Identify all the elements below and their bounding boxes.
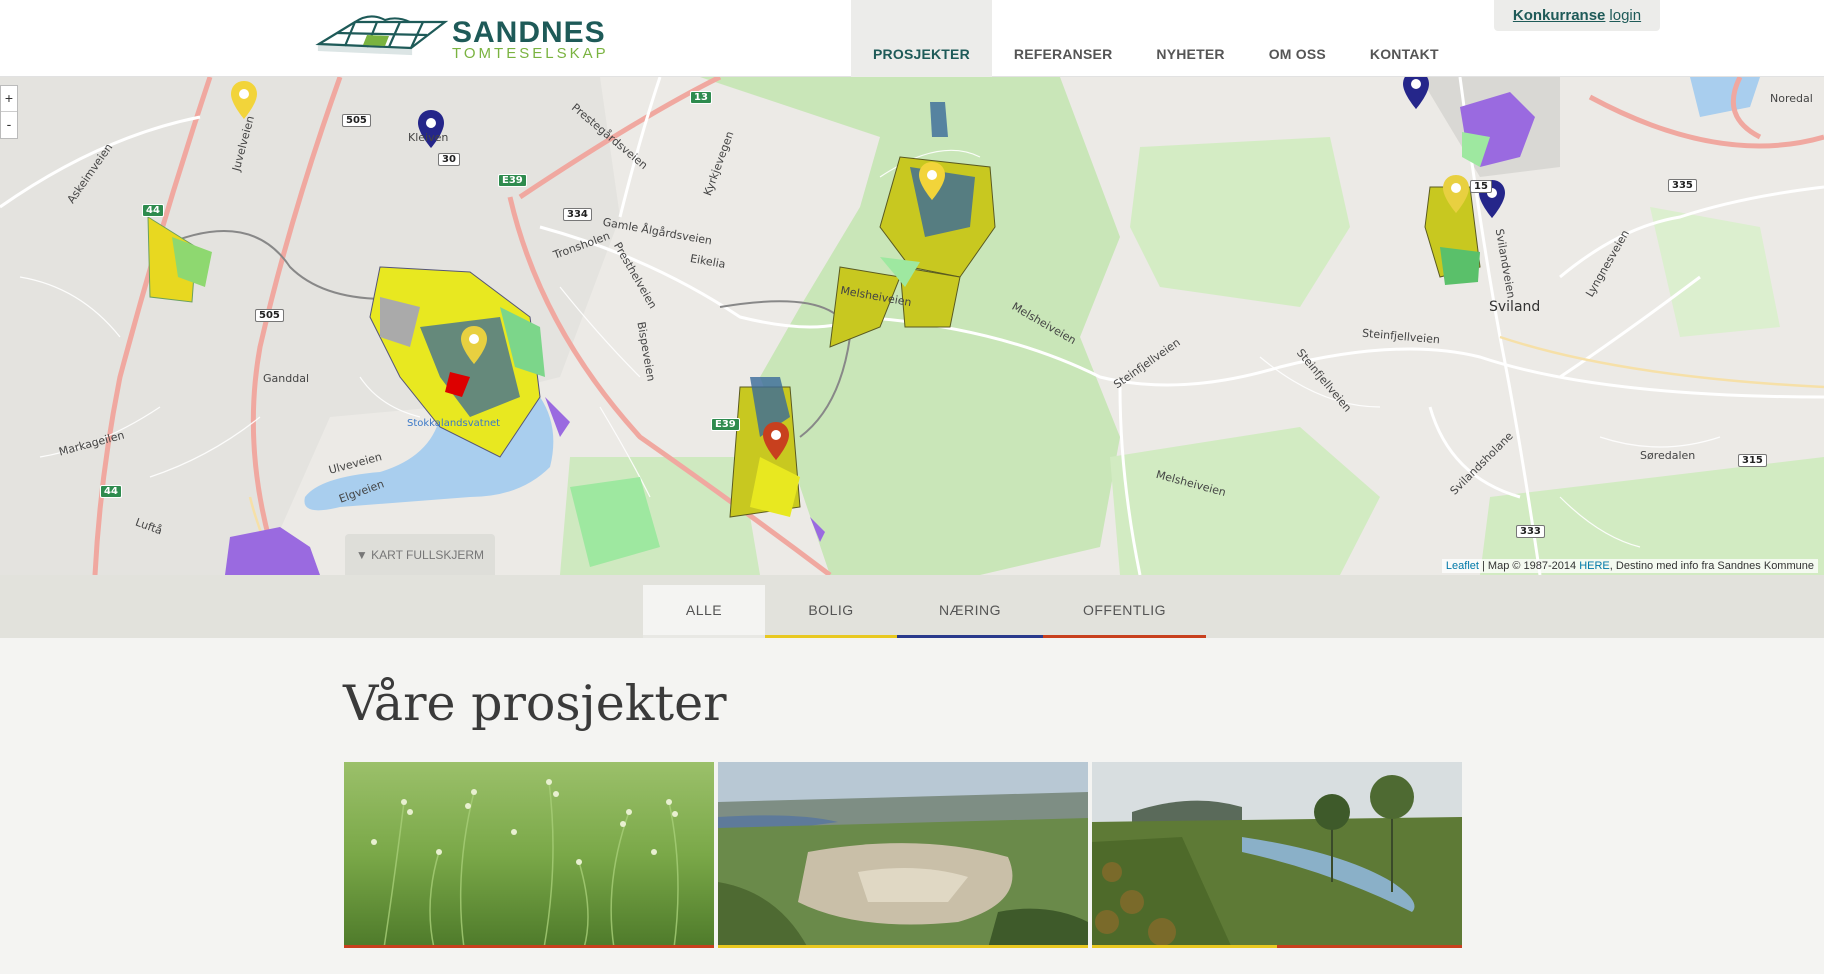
map-attribution: Leaflet | Map © 1987-2014 HERE, Destino … bbox=[1441, 559, 1818, 573]
nav-item-om-oss[interactable]: OM OSS bbox=[1247, 0, 1348, 77]
tab-offentlig[interactable]: OFFENTLIG bbox=[1043, 585, 1206, 638]
marker-offentlig-icon[interactable] bbox=[762, 422, 790, 460]
map-label: Kleiven bbox=[408, 131, 449, 144]
marker-bolig-icon[interactable] bbox=[1442, 175, 1470, 213]
road-shield: 335 bbox=[1668, 179, 1697, 192]
project-image-meadow bbox=[344, 762, 714, 948]
nav-item-kontakt[interactable]: KONTAKT bbox=[1348, 0, 1461, 77]
map-tiles bbox=[0, 77, 1824, 575]
marker-bolig-icon[interactable] bbox=[460, 326, 488, 364]
marker-naering-icon[interactable] bbox=[1402, 77, 1430, 109]
project-filter-bar: ALLE BOLIG NÆRING OFFENTLIG bbox=[0, 575, 1824, 638]
project-card[interactable] bbox=[344, 762, 714, 948]
map-label: Noredal bbox=[1770, 92, 1813, 105]
filter-tabs: ALLE BOLIG NÆRING OFFENTLIG bbox=[643, 585, 1206, 638]
login-link-text: login bbox=[1609, 7, 1642, 24]
road-shield: 44 bbox=[142, 204, 164, 217]
tab-naering[interactable]: NÆRING bbox=[897, 585, 1043, 638]
map-label: Sviland bbox=[1489, 299, 1541, 315]
road-shield: 334 bbox=[563, 208, 592, 221]
road-shield: 333 bbox=[1516, 525, 1545, 538]
map-label: Søredalen bbox=[1640, 449, 1696, 462]
road-shield: 44 bbox=[100, 485, 122, 498]
login-link[interactable]: Konkurranse login bbox=[1494, 0, 1660, 31]
main-nav: PROSJEKTER REFERANSER NYHETER OM OSS KON… bbox=[851, 0, 1461, 77]
project-card[interactable] bbox=[1092, 762, 1462, 948]
fullscreen-toggle-button[interactable]: ▼ KART FULLSKJERM bbox=[345, 534, 495, 575]
brand-subtitle: TOMTESELSKAP bbox=[452, 45, 609, 62]
attribution-text: | Map © 1987-2014 bbox=[1478, 560, 1580, 572]
here-link[interactable]: HERE bbox=[1579, 560, 1610, 572]
nav-item-nyheter[interactable]: NYHETER bbox=[1134, 0, 1246, 77]
tab-alle[interactable]: ALLE bbox=[643, 585, 765, 638]
map-label: Ganddal bbox=[263, 372, 309, 385]
road-shield: 15 bbox=[1470, 180, 1492, 193]
card-category-bar bbox=[1092, 945, 1462, 948]
project-cards bbox=[344, 762, 1462, 948]
project-map[interactable]: + - 13 505 505 44 44 E39 E39 334 335 315… bbox=[0, 77, 1824, 575]
project-card[interactable] bbox=[718, 762, 1088, 948]
road-shield: E39 bbox=[711, 418, 740, 431]
card-category-bar bbox=[344, 945, 714, 948]
zoom-out-button[interactable]: - bbox=[1, 112, 17, 138]
marker-bolig-icon[interactable] bbox=[918, 162, 946, 200]
map-label: Stokkalandsvatnet bbox=[407, 418, 501, 429]
nav-item-prosjekter[interactable]: PROSJEKTER bbox=[851, 0, 992, 77]
site-header: SANDNES TOMTESELSKAP PROSJEKTER REFERANS… bbox=[0, 0, 1824, 77]
card-category-bar bbox=[718, 945, 1088, 948]
zoom-control: + - bbox=[0, 85, 18, 139]
project-image-aerial bbox=[718, 762, 1088, 948]
project-image-park bbox=[1092, 762, 1462, 948]
road-shield: 30 bbox=[438, 153, 460, 166]
attribution-text-rest: , Destino med info fra Sandnes Kommune bbox=[1609, 560, 1814, 572]
login-link-bold: Konkurranse bbox=[1512, 7, 1606, 24]
nav-item-referanser[interactable]: REFERANSER bbox=[992, 0, 1134, 77]
zoom-in-button[interactable]: + bbox=[1, 86, 17, 112]
road-shield: 315 bbox=[1738, 454, 1767, 467]
leaflet-link[interactable]: Leaflet bbox=[1446, 560, 1479, 572]
road-shield: E39 bbox=[498, 174, 527, 187]
tab-bolig[interactable]: BOLIG bbox=[765, 585, 897, 638]
logo-icon[interactable] bbox=[315, 14, 455, 62]
page-title: Våre prosjekter bbox=[343, 675, 727, 732]
road-shield: 505 bbox=[255, 309, 284, 322]
road-shield: 13 bbox=[690, 91, 712, 104]
road-shield: 505 bbox=[342, 114, 371, 127]
